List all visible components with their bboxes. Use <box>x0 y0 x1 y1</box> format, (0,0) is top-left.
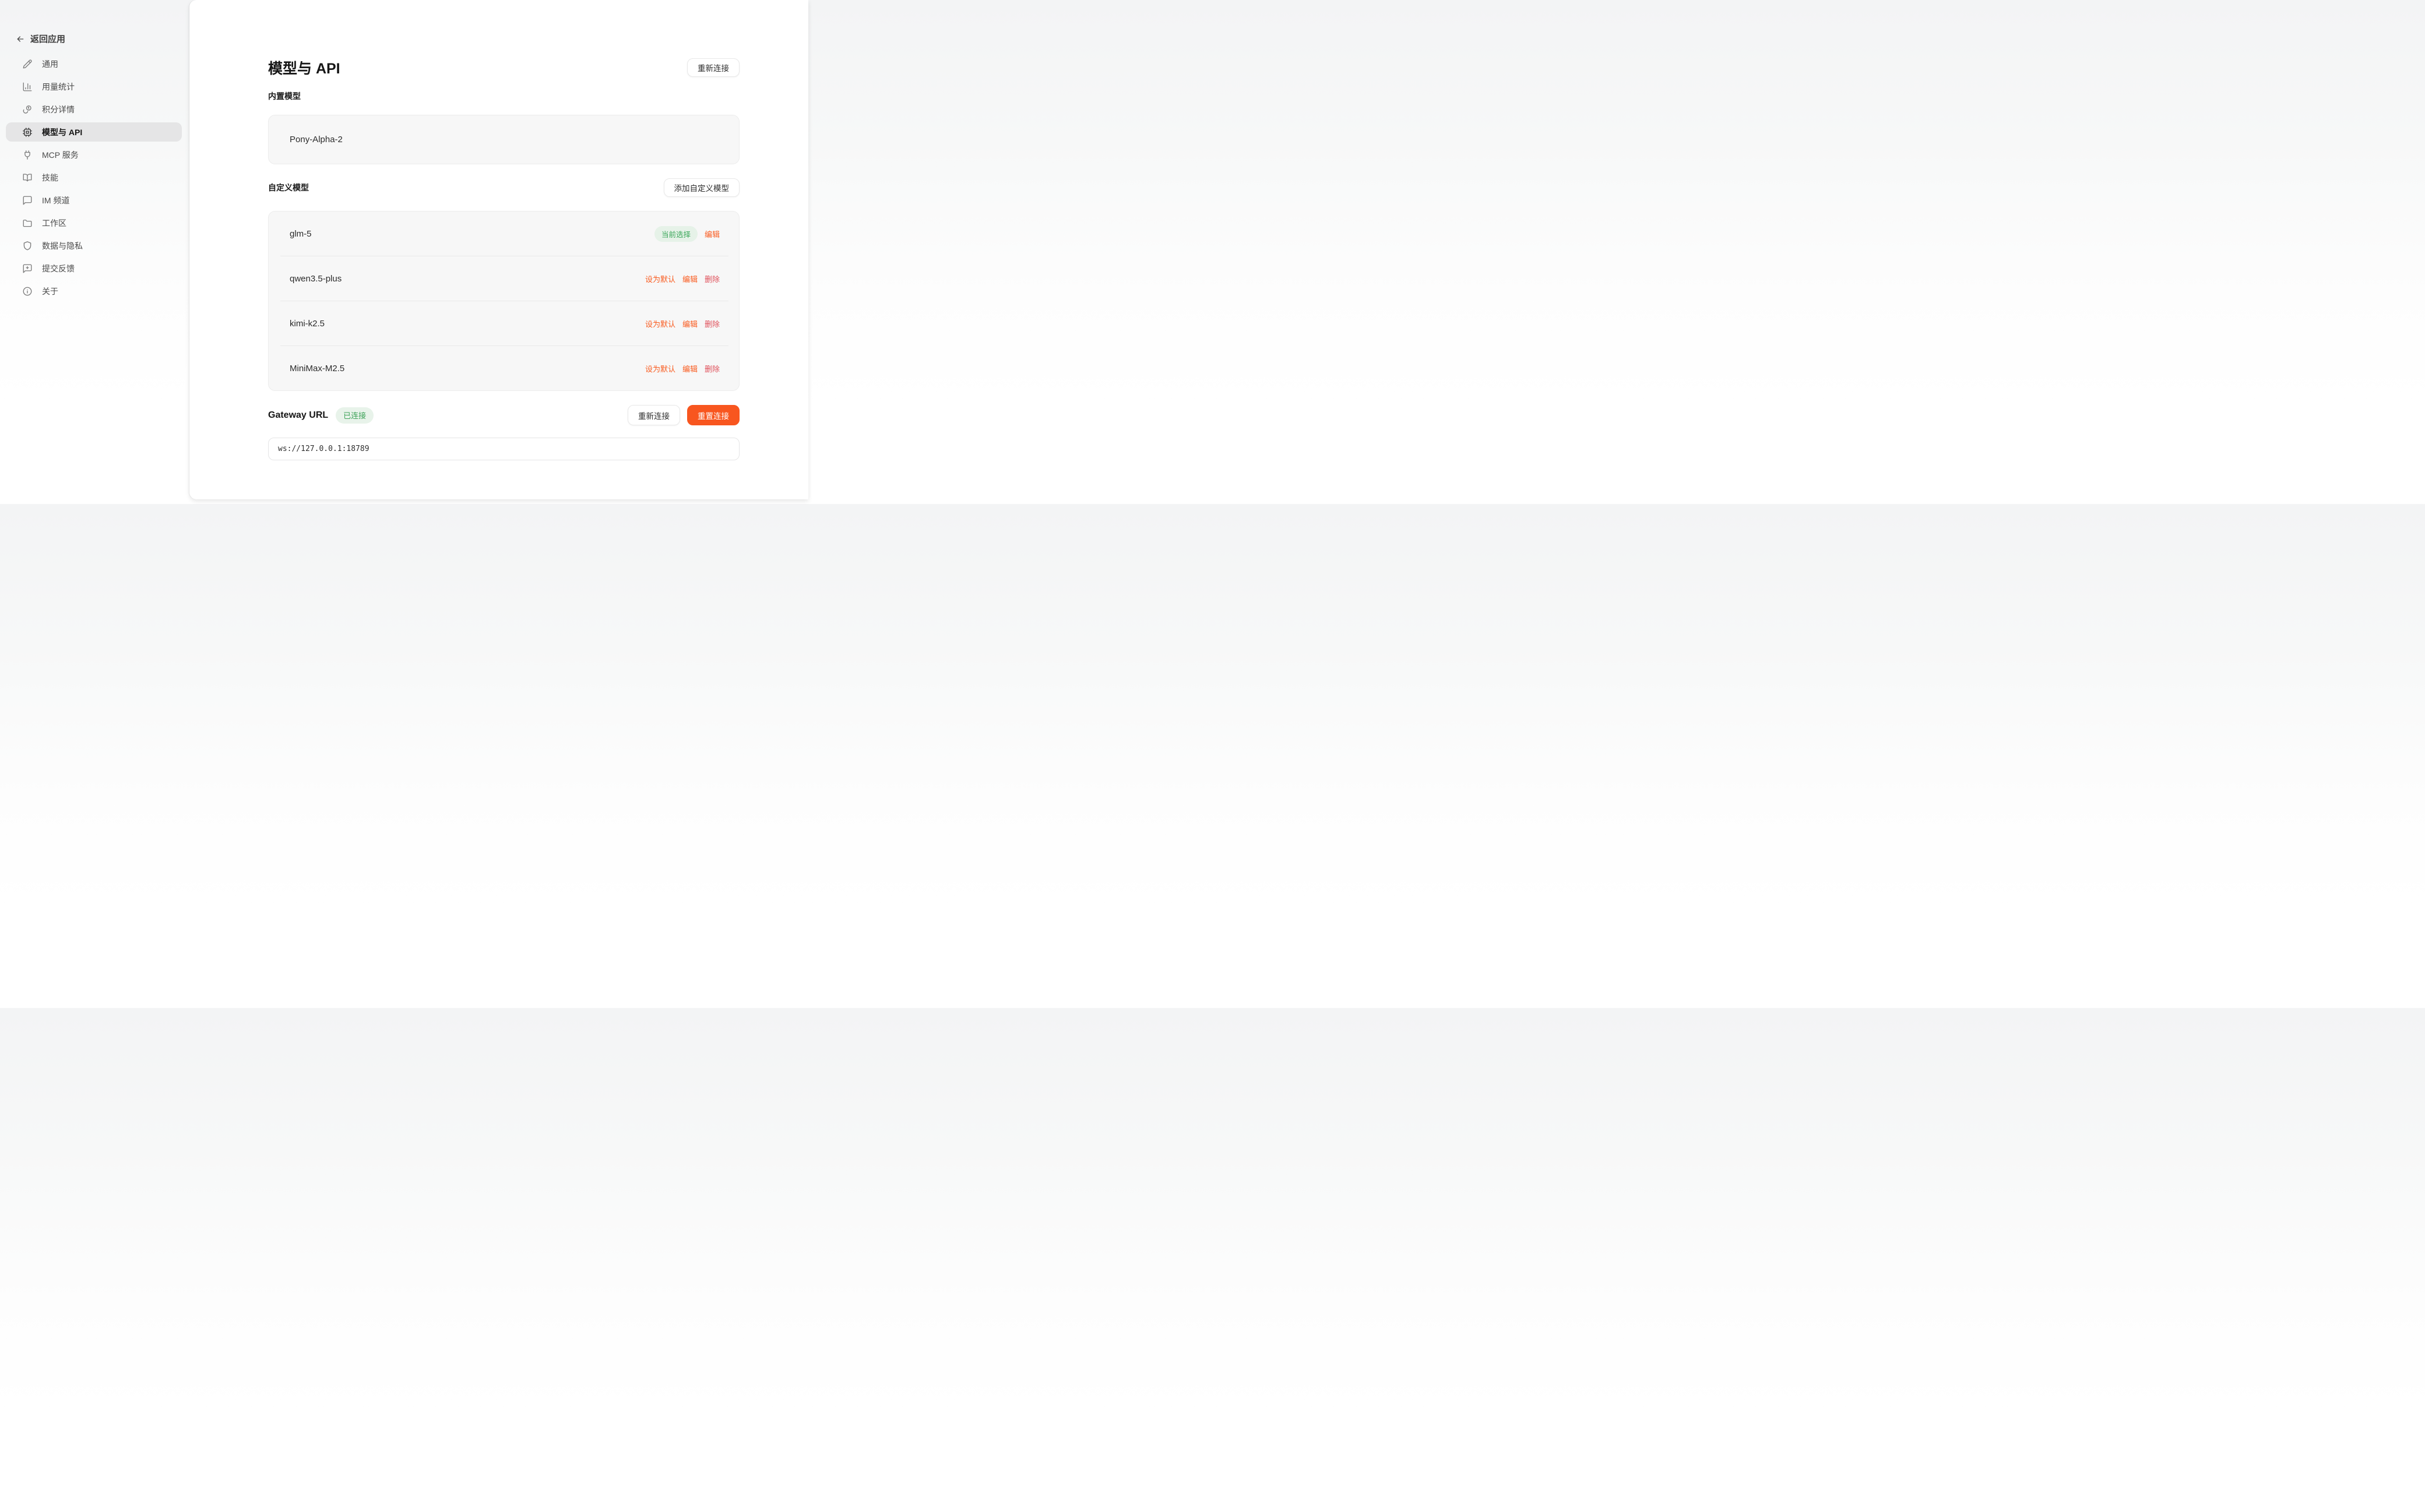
sidebar-item-label: 用量统计 <box>42 81 75 93</box>
folder-icon <box>22 218 33 228</box>
sidebar-item-label: 模型与 API <box>42 126 82 138</box>
current-selection-badge: 当前选择 <box>654 226 698 242</box>
back-to-app-button[interactable]: 返回应用 <box>16 33 65 45</box>
add-custom-model-button[interactable]: 添加自定义模型 <box>664 178 740 197</box>
gateway-url-input[interactable] <box>268 438 740 460</box>
sidebar-item-label: 通用 <box>42 58 58 70</box>
bar-chart-icon <box>22 82 33 92</box>
sidebar-item-label: 提交反馈 <box>42 263 75 274</box>
sidebar-item-label: MCP 服务 <box>42 149 79 161</box>
sidebar-item-data-privacy[interactable]: 数据与隐私 <box>6 236 182 255</box>
model-row-glm-5: glm-5 当前选择 编辑 <box>269 212 739 256</box>
model-name: MiniMax-M2.5 <box>290 364 344 373</box>
model-row-minimax-m25: MiniMax-M2.5 设为默认 编辑 删除 <box>269 346 739 390</box>
model-row-qwen35-plus: qwen3.5-plus 设为默认 编辑 删除 <box>269 256 739 301</box>
sidebar-item-im-channels[interactable]: IM 频道 <box>6 191 182 210</box>
main-panel: 模型与 API 重新连接 内置模型 Pony-Alpha-2 自定义模型 添加自… <box>189 0 808 499</box>
sidebar-item-general[interactable]: 通用 <box>6 54 182 73</box>
sidebar-item-usage-stats[interactable]: 用量统计 <box>6 77 182 96</box>
sidebar-item-label: IM 频道 <box>42 195 69 206</box>
chat-bubble-icon <box>22 195 33 206</box>
sidebar: 返回应用 通用 用量统计 积分详情 模型与 API <box>0 0 189 504</box>
set-default-link[interactable]: 设为默认 <box>645 318 675 329</box>
feedback-plus-icon <box>22 263 33 274</box>
book-open-icon <box>22 172 33 183</box>
page-title: 模型与 API <box>268 57 340 78</box>
sidebar-item-workspace[interactable]: 工作区 <box>6 213 182 232</box>
shield-icon <box>22 241 33 251</box>
sidebar-nav: 通用 用量统计 积分详情 模型与 API MCP 服务 <box>6 54 182 304</box>
sidebar-item-skills[interactable]: 技能 <box>6 168 182 187</box>
gateway-url-label: Gateway URL <box>268 410 328 421</box>
sidebar-item-label: 关于 <box>42 286 58 297</box>
model-name: qwen3.5-plus <box>290 274 342 284</box>
sidebar-item-label: 积分详情 <box>42 104 75 115</box>
builtin-model-name: Pony-Alpha-2 <box>290 135 343 144</box>
builtin-model-card: Pony-Alpha-2 <box>268 115 740 164</box>
arrow-left-icon <box>16 34 25 44</box>
set-default-link[interactable]: 设为默认 <box>645 273 675 284</box>
coins-icon <box>22 104 33 115</box>
pencil-icon <box>22 59 33 69</box>
sidebar-item-feedback[interactable]: 提交反馈 <box>6 259 182 278</box>
reconnect-button-top[interactable]: 重新连接 <box>687 58 740 77</box>
edit-link[interactable]: 编辑 <box>682 363 698 374</box>
custom-models-section-label: 自定义模型 <box>268 182 309 193</box>
edit-link[interactable]: 编辑 <box>682 273 698 284</box>
edit-link[interactable]: 编辑 <box>705 228 720 239</box>
builtin-models-section-label: 内置模型 <box>268 90 740 102</box>
custom-models-list: glm-5 当前选择 编辑 qwen3.5-plus 设为默认 编辑 删除 ki… <box>268 211 740 391</box>
cpu-chip-icon <box>22 127 33 138</box>
sidebar-item-models-api[interactable]: 模型与 API <box>6 122 182 142</box>
delete-link[interactable]: 删除 <box>705 273 720 284</box>
back-to-app-label: 返回应用 <box>30 33 65 45</box>
model-name: glm-5 <box>290 229 312 239</box>
plug-icon <box>22 150 33 160</box>
model-name: kimi-k2.5 <box>290 319 325 329</box>
delete-link[interactable]: 删除 <box>705 363 720 374</box>
sidebar-item-label: 工作区 <box>42 217 66 229</box>
connected-status-badge: 已连接 <box>336 407 374 424</box>
set-default-link[interactable]: 设为默认 <box>645 363 675 374</box>
sidebar-item-label: 技能 <box>42 172 58 184</box>
edit-link[interactable]: 编辑 <box>682 318 698 329</box>
sidebar-item-mcp-services[interactable]: MCP 服务 <box>6 145 182 164</box>
delete-link[interactable]: 删除 <box>705 318 720 329</box>
gateway-reset-button[interactable]: 重置连接 <box>687 405 740 425</box>
sidebar-item-about[interactable]: 关于 <box>6 281 182 301</box>
model-row-kimi-k25: kimi-k2.5 设为默认 编辑 删除 <box>269 301 739 346</box>
sidebar-item-credits[interactable]: 积分详情 <box>6 100 182 119</box>
gateway-reconnect-button[interactable]: 重新连接 <box>628 405 680 425</box>
info-icon <box>22 286 33 297</box>
sidebar-item-label: 数据与隐私 <box>42 240 83 252</box>
